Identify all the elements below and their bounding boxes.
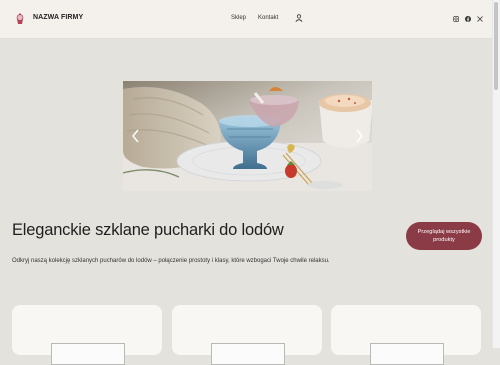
facebook-icon[interactable] <box>465 16 471 22</box>
x-icon[interactable] <box>477 16 483 22</box>
product-image-placeholder <box>370 343 444 365</box>
hero-title: Eleganckie szklane pucharki do lodów <box>12 221 284 239</box>
browse-products-label: Przeglądaj wszystkie produkty <box>417 229 471 243</box>
nav-link-contact[interactable]: Kontakt <box>258 15 278 21</box>
scroll-thumb[interactable] <box>494 2 498 90</box>
browse-products-button[interactable]: Przeglądaj wszystkie produkty <box>406 222 482 250</box>
site-header: NAZWA FIRMY Sklep Kontakt <box>0 0 493 39</box>
product-image-placeholder <box>51 343 125 365</box>
nav-link-shop[interactable]: Sklep <box>231 15 246 21</box>
brand-name[interactable]: NAZWA FIRMY <box>33 14 83 21</box>
hero-carousel[interactable] <box>123 81 372 191</box>
user-icon[interactable] <box>295 14 303 22</box>
carousel-image <box>123 81 372 191</box>
instagram-icon[interactable] <box>453 16 459 22</box>
hero-description: Odkryj naszą kolekcję szklanych pucharów… <box>12 258 330 264</box>
cupcake-icon[interactable] <box>14 13 26 25</box>
carousel-prev-button[interactable] <box>131 129 141 143</box>
carousel-next-button[interactable] <box>354 129 364 143</box>
scrollbar[interactable] <box>492 0 500 348</box>
product-image-placeholder <box>211 343 285 365</box>
